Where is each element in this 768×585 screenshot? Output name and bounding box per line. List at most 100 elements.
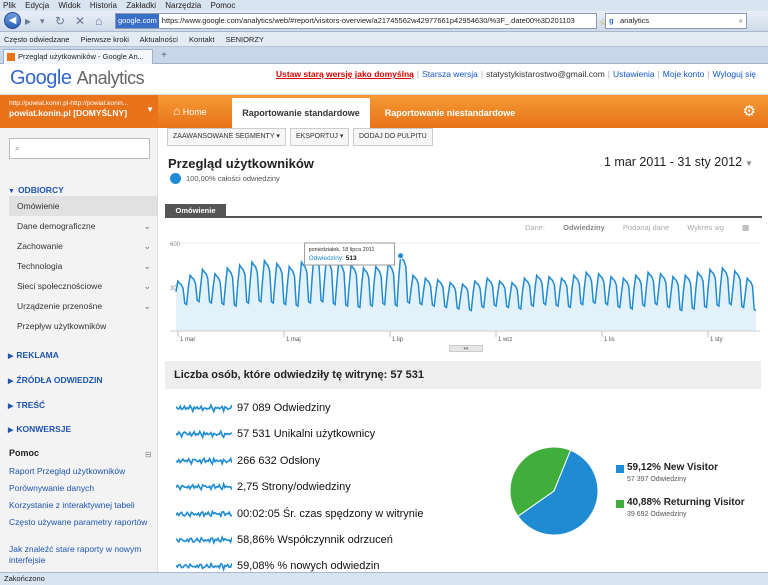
gear-icon[interactable]: ⚙ (743, 102, 756, 120)
sidebar-item-overview[interactable]: Omówienie (9, 196, 157, 216)
sidebar-section-conversions[interactable]: ▶ KONWERSJE (0, 424, 157, 434)
metric-sparkline (176, 561, 232, 572)
help-link[interactable]: Jak znaleźć stare raporty w nowym interf… (9, 544, 154, 566)
help-link[interactable]: Korzystanie z interaktywnej tabeli (9, 500, 154, 511)
browser-tab-active[interactable]: Przegląd użytkowników - Google An... (3, 49, 153, 64)
export-label: EKSPORTUJ (296, 133, 338, 140)
settings-link[interactable]: Ustawienia (613, 69, 655, 79)
sidebar-item-social[interactable]: Sieci społecznościowe ⌄ (9, 276, 157, 296)
chevron-down-icon: ⌄ (143, 221, 151, 231)
menu-file[interactable]: Plik (3, 1, 16, 10)
new-vs-returning-pie[interactable] (508, 445, 600, 537)
menu-edit[interactable]: Edycja (25, 1, 49, 10)
logo-google: Google (10, 67, 72, 89)
stop-button[interactable]: ✕ (75, 12, 85, 30)
x-tick-label: 1 lip (392, 337, 404, 343)
help-link[interactable]: Raport Przegląd użytkowników (9, 466, 154, 477)
google-analytics-logo[interactable]: Google Analytics (10, 67, 145, 90)
bookmark-item[interactable]: Pierwsze kroki (81, 35, 129, 44)
metric-sparkline (176, 481, 232, 492)
menu-view[interactable]: Widok (58, 1, 80, 10)
reload-button[interactable]: ↻ (55, 12, 65, 30)
visits-line-chart[interactable]: 600 300 1 mar 1 maj 1 lip 1 wrz 1 lis 1 sty poni… (170, 235, 760, 345)
logout-link[interactable]: Wyloguj się (713, 69, 756, 79)
sidebar-item-label: Zachowanie (17, 241, 63, 251)
sidebar-item-mobile[interactable]: Urządzenie przenośne ⌄ (9, 296, 157, 316)
chart-collapse-handle[interactable]: ▾▾ (449, 345, 483, 352)
chevron-down-icon: ⌄ (143, 281, 151, 291)
sidebar-item-label: Przepływ użytkowników (17, 321, 107, 331)
triangle-right-icon: ▶ (8, 427, 14, 434)
sidebar-section-traffic-sources[interactable]: ▶ ŹRÓDŁA ODWIEDZIN (0, 375, 157, 385)
magnifier-icon[interactable]: ⌕ (739, 14, 743, 28)
menu-help[interactable]: Pomoc (210, 1, 235, 10)
chart-controls: Dane: Odwiedziny Podanaj dane Wykres wg … (525, 223, 765, 232)
metric-value: 59,08% % nowych odwiedzin (237, 560, 380, 572)
bookmark-item[interactable]: Kontakt (189, 35, 214, 44)
sidebar-item-label: Omówienie (17, 201, 60, 211)
graph-by-button[interactable]: Wykres wg (687, 223, 724, 232)
set-old-version-link[interactable]: Ustaw starą wersję jako domyślną (276, 69, 414, 79)
metric-sparkline (176, 456, 232, 467)
new-tab-button[interactable]: + (157, 50, 171, 63)
help-link[interactable]: Często używane parametry raportów (9, 517, 154, 528)
metric-row[interactable]: 58,86% Współczynnik odrzuceń (176, 531, 496, 551)
metric-row[interactable]: 57 531 Unikalni użytkownicy (176, 425, 496, 445)
sidebar-item-visitors-flow[interactable]: Przepływ użytkowników (9, 316, 157, 336)
sidebar-search-input[interactable]: ⌕ (9, 138, 150, 159)
sidebar-section-content[interactable]: ▶ TREŚĆ (0, 400, 157, 410)
my-account-link[interactable]: Moje konto (663, 69, 705, 79)
sparkline-path (176, 456, 232, 467)
segment-summary: 100,00% całości odwiedziny (186, 174, 280, 183)
sidebar-section-advertising[interactable]: ▶ REKLAMA (0, 350, 157, 360)
sidebar-item-behavior[interactable]: Zachowanie ⌄ (9, 236, 157, 256)
bookmark-item[interactable]: SENIORZY (226, 35, 264, 44)
sparkline-path (176, 561, 232, 572)
compare-metric-button[interactable]: Podanaj dane (623, 223, 669, 232)
advanced-segments-button[interactable]: ZAAWANSOWANE SEGMENTY ▾ (167, 128, 286, 146)
home-page-button[interactable]: ⌂ (95, 12, 102, 30)
browser-statusbar: Zakończono (0, 572, 768, 585)
collapse-help-icon[interactable]: ⊟ (145, 450, 152, 459)
older-version-link[interactable]: Starsza wersja (422, 69, 478, 79)
tab-standard-reporting[interactable]: Raportowanie standardowe (232, 98, 370, 128)
legend-count: 39 692 Odwiedziny (627, 511, 687, 518)
sidebar-section-label: REKLAMA (16, 350, 59, 360)
metric-row[interactable]: 97 089 Odwiedziny (176, 399, 496, 419)
sidebar-section-audience[interactable]: ▼ ODBIORCY (0, 185, 157, 195)
metric-value: 57 531 Unikalni użytkownicy (237, 428, 376, 440)
sidebar-item-demographics[interactable]: Dane demograficzne ⌄ (9, 216, 157, 236)
url-bar[interactable]: google.com https://www.google.com/analyti… (115, 13, 597, 29)
chart-type-icon[interactable]: ▦ (742, 223, 749, 232)
pie-legend-new: 59,12% New Visitor 57 397 Odwiedziny (616, 462, 766, 490)
site-identity-badge[interactable]: google.com (116, 14, 159, 28)
metric-row[interactable]: 266 632 Odsłony (176, 452, 496, 472)
chart-point-highlight[interactable] (397, 252, 405, 260)
tab-custom-reporting[interactable]: Raportowanie niestandardowe (372, 98, 528, 128)
add-to-dashboard-button[interactable]: DODAJ DO PULPITU (353, 128, 433, 146)
menu-tools[interactable]: Narzędzia (165, 1, 201, 10)
sidebar: ⌕ ▼ ODBIORCY Omówienie Dane demograficzne… (0, 128, 158, 572)
sidebar-item-technology[interactable]: Technologia ⌄ (9, 256, 157, 276)
metric-row[interactable]: 00:02:05 Śr. czas spędzony w witrynie (176, 505, 496, 525)
back-button[interactable]: ◀ (4, 12, 21, 29)
metric-selector[interactable]: Dane: Odwiedziny (525, 223, 605, 232)
bookmark-item[interactable]: Często odwiedzane (4, 35, 69, 44)
account-selector[interactable]: http://powiat.konin.pl-http://powiat.kon… (0, 95, 158, 128)
search-engine-icon[interactable]: g (609, 14, 614, 28)
history-dropdown-button[interactable]: ▾ (40, 12, 45, 30)
menu-history[interactable]: Historia (90, 1, 117, 10)
search-input[interactable]: g analytics ⌕ (605, 13, 747, 29)
help-link[interactable]: Porównywanie danych (9, 483, 154, 494)
forward-arrow-icon: ▸ (25, 14, 32, 28)
metric-row[interactable]: 2,75 Strony/odwiedziny (176, 478, 496, 498)
metric-sparkline (176, 535, 232, 546)
chevron-down-icon: ⌄ (143, 241, 151, 251)
forward-button[interactable]: ▸ (25, 12, 31, 30)
home-tab[interactable]: ⌂ Home (165, 95, 227, 128)
reload-icon: ↻ (55, 14, 66, 28)
date-range-picker[interactable]: 1 mar 2011 - 31 sty 2012 ▼ (604, 155, 753, 169)
menu-bookmarks[interactable]: Zakładki (126, 1, 156, 10)
export-button[interactable]: EKSPORTUJ ▾ (290, 128, 350, 146)
bookmark-item[interactable]: Aktualności (140, 35, 178, 44)
